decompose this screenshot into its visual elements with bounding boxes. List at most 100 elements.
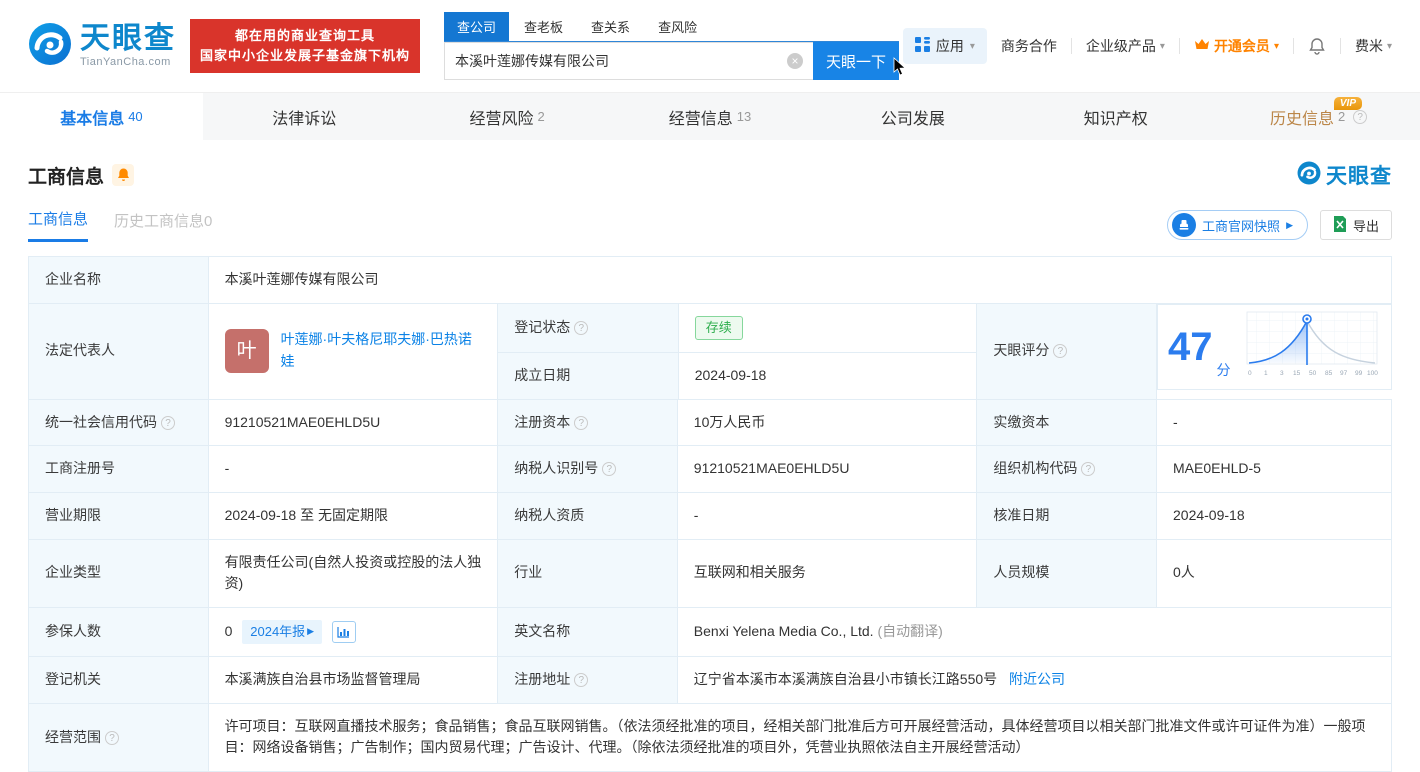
svg-text:85: 85	[1325, 370, 1333, 377]
nav-user-menu[interactable]: 费米 ▾	[1355, 36, 1392, 56]
search-tab-boss[interactable]: 查老板	[511, 12, 576, 41]
search-tab-company[interactable]: 查公司	[444, 12, 510, 41]
question-icon[interactable]: ?	[574, 320, 589, 335]
search-input[interactable]	[444, 42, 814, 80]
score-unit: 分	[1216, 361, 1231, 378]
table-row-company-name: 企业名称 本溪叶莲娜传媒有限公司	[28, 256, 1393, 304]
company-section-tabs: 基本信息 40 法律诉讼 经营风险 2 经营信息 13 公司发展 知识产权 VI…	[0, 92, 1420, 140]
field-label: 登记机关	[28, 656, 209, 704]
credit-code-value: 91210521MAE0EHLD5U	[207, 398, 499, 447]
field-label: 行业	[497, 538, 678, 608]
table-row-reg-authority: 登记机关 本溪满族自治县市场监督管理局 注册地址? 辽宁省本溪市本溪满族自治县小…	[28, 656, 1393, 704]
field-label: 实缴资本	[976, 398, 1157, 447]
tab-label: 经营风险	[469, 110, 534, 128]
section-title: 工商信息	[28, 166, 105, 188]
tab-operation-risk[interactable]: 经营风险 2	[406, 93, 609, 140]
question-icon[interactable]: ?	[1081, 462, 1096, 477]
field-label: 人员规模	[976, 538, 1157, 608]
apps-grid-icon	[914, 37, 930, 55]
excel-icon	[1333, 215, 1347, 235]
field-label: 工商注册号	[28, 445, 209, 493]
tab-operation-info[interactable]: 经营信息 13	[609, 93, 812, 140]
legal-rep-link[interactable]: 叶莲娜·叶夫格尼耶夫娜·巴热诺娃	[281, 329, 482, 372]
nearby-companies-link[interactable]: 附近公司	[1009, 671, 1065, 687]
tab-label: 历史信息	[1269, 110, 1334, 128]
subtab-business-info[interactable]: 工商信息	[28, 208, 89, 242]
tab-label: 基本信息	[60, 110, 125, 128]
question-icon[interactable]: ?	[574, 415, 589, 430]
question-icon[interactable]: ?	[161, 415, 175, 430]
arrow-right-icon: ▶	[1286, 219, 1293, 230]
tab-count: 40	[128, 109, 143, 124]
table-row-business-term: 营业期限 2024-09-18 至 无固定期限 纳税人资质 - 核准日期 202…	[28, 491, 1392, 540]
annual-report-chip[interactable]: 2024年报 ▶	[242, 619, 323, 645]
svg-text:0: 0	[1248, 370, 1252, 377]
divider	[1178, 38, 1180, 54]
avatar[interactable]: 叶	[224, 329, 269, 374]
notification-bell-icon[interactable]	[1308, 37, 1326, 55]
field-label: 纳税人识别号?	[497, 445, 678, 493]
nav-enterprise-products[interactable]: 企业级产品 ▾	[1086, 36, 1165, 56]
reg-authority-value: 本溪满族自治县市场监督管理局	[207, 656, 499, 704]
nav-open-vip[interactable]: 开通会员 ▾	[1194, 36, 1279, 56]
score-distribution-chart: 0 1 3 15 50 85 97 99 100	[1243, 309, 1381, 386]
trend-chart-icon[interactable]	[331, 621, 356, 644]
tab-label: 经营信息	[668, 110, 733, 128]
paid-capital-value: -	[1156, 398, 1392, 447]
tab-history-info[interactable]: VIP 历史信息 2 ?	[1217, 93, 1420, 140]
report-label: 2024年报	[250, 623, 306, 639]
arrow-right-icon: ▶	[307, 626, 315, 637]
table-row-insured-count: 参保人数 0 2024年报 ▶ 英文名称 Benxi Yelena Media …	[28, 606, 1393, 658]
field-label: 英文名称	[497, 606, 678, 658]
brand-domain: TianYanCha.com	[80, 56, 171, 68]
slogan-banner: 都在用的商业查询工具 国家中小企业发展子基金旗下机构	[190, 18, 421, 74]
monitor-bell-icon[interactable]	[112, 164, 135, 186]
official-snapshot-button[interactable]: 工商官网快照 ▶	[1167, 210, 1308, 240]
export-button[interactable]: 导出	[1319, 210, 1392, 240]
staff-size-value: 0人	[1156, 538, 1392, 608]
field-label: 成立日期	[498, 352, 679, 399]
tab-intellectual-property[interactable]: 知识产权	[1014, 93, 1217, 140]
top-header: 天眼查 TianYanCha.com 都在用的商业查询工具 国家中小企业发展子基…	[0, 0, 1420, 92]
field-label: 法定代表人	[28, 302, 209, 400]
clear-search-icon[interactable]: ×	[787, 53, 804, 69]
tab-company-development[interactable]: 公司发展	[811, 93, 1014, 140]
score-value: 47	[1168, 325, 1213, 370]
vip-badge: VIP	[1333, 97, 1363, 110]
org-code-value: MAE0EHLD-5	[1156, 445, 1392, 493]
question-icon[interactable]: ?	[574, 673, 589, 688]
tianyancha-logo[interactable]: 天眼查 TianYanCha.com	[28, 22, 176, 71]
search-tab-risk[interactable]: 查风险	[645, 12, 710, 41]
company-type-value: 有限责任公司(自然人投资或控股的法人独资)	[207, 538, 499, 608]
industry-value: 互联网和相关服务	[676, 538, 978, 608]
vip-label: 开通会员	[1213, 38, 1270, 54]
question-icon[interactable]: ?	[105, 730, 119, 745]
business-info-table: 企业名称 本溪叶莲娜传媒有限公司 法定代表人 叶 叶莲娜·叶夫格尼耶夫娜·巴热诺…	[28, 256, 1393, 772]
business-scope-value: 许可项目：互联网直播技术服务；食品销售；食品互联网销售。（依法须经批准的项目，经…	[207, 702, 1393, 772]
tab-basic-info[interactable]: 基本信息 40	[0, 93, 203, 140]
svg-text:15: 15	[1293, 370, 1301, 377]
tab-count: 13	[736, 109, 752, 124]
english-name-value: Benxi Yelena Media Co., Ltd.	[693, 623, 874, 640]
apps-menu[interactable]: 应用 ▾	[902, 28, 987, 64]
tab-count: 2	[1337, 109, 1346, 124]
tab-legal-litigation[interactable]: 法律诉讼	[203, 93, 406, 140]
tyc-score-cell: 47 分 0 1 3 15 50 85 97 99 100	[1157, 303, 1392, 391]
approval-date-value: 2024-09-18	[1156, 491, 1392, 540]
section-header: 工商信息 天眼查	[0, 140, 1420, 190]
search-button[interactable]: 天眼一下	[813, 42, 900, 80]
business-term-value: 2024-09-18 至 无固定期限	[207, 491, 499, 540]
subtab-history-business-info[interactable]: 历史工商信息0	[114, 210, 212, 241]
field-label: 组织机构代码?	[976, 445, 1157, 493]
nav-cooperation[interactable]: 商务合作	[1001, 36, 1057, 56]
field-label: 企业类型	[28, 538, 209, 608]
divider	[1339, 38, 1341, 54]
establish-date-value: 2024-09-18	[694, 366, 767, 383]
question-icon[interactable]: ?	[1353, 109, 1368, 124]
search-tab-relation[interactable]: 查关系	[578, 12, 643, 41]
snapshot-label: 工商官网快照	[1202, 218, 1281, 234]
username: 费米	[1354, 38, 1383, 54]
question-icon[interactable]: ?	[1053, 344, 1068, 359]
question-icon[interactable]: ?	[602, 462, 617, 477]
auto-translate-note: (自动翻译)	[877, 623, 943, 640]
